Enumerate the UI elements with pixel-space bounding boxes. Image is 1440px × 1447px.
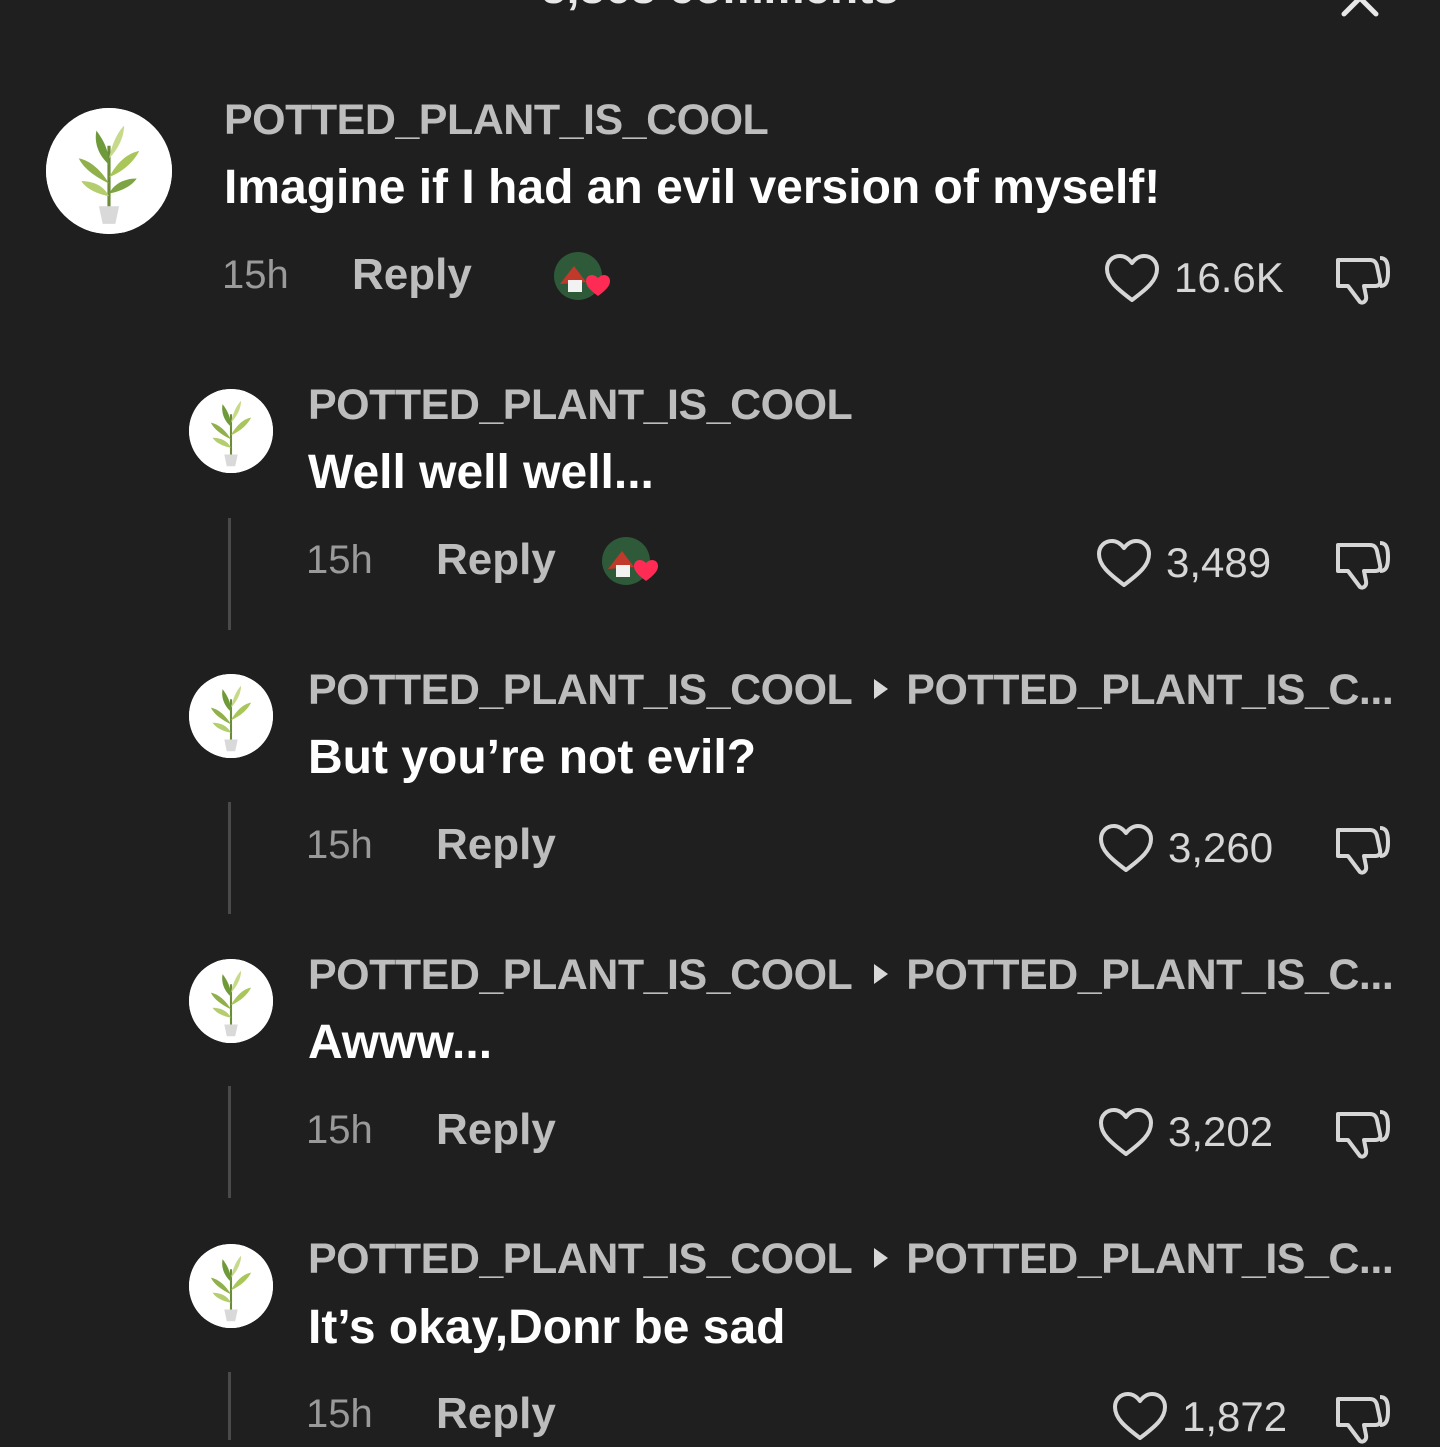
comments-header: 5,868 comments <box>0 0 1440 17</box>
comment-username[interactable]: POTTED_PLANT_IS_COOL <box>224 96 769 145</box>
creator-liked-badge-icon <box>554 252 610 300</box>
comment-username[interactable]: POTTED_PLANT_IS_COOL POTTED_PLANT_IS_C... <box>308 1235 1394 1284</box>
potted-plant-avatar-icon <box>189 1244 273 1328</box>
username-text[interactable]: POTTED_PLANT_IS_COOL <box>308 666 853 714</box>
reply-button[interactable]: Reply <box>436 1105 556 1155</box>
username-text[interactable]: POTTED_PLANT_IS_COOL <box>224 96 769 144</box>
thread-line <box>228 1372 231 1440</box>
potted-plant-avatar-icon <box>189 674 273 758</box>
reply-button[interactable]: Reply <box>436 535 556 585</box>
thread-line <box>228 802 231 914</box>
like-count: 16.6K <box>1174 254 1284 301</box>
comment-text: Awww... <box>308 1016 493 1069</box>
comment-time: 15h <box>306 1392 373 1436</box>
reply-target-username[interactable]: POTTED_PLANT_IS_C... <box>906 666 1393 714</box>
reply-target-username[interactable]: POTTED_PLANT_IS_C... <box>906 951 1393 999</box>
dislike-icon[interactable] <box>1332 818 1392 878</box>
reply-button[interactable]: Reply <box>352 250 472 300</box>
creator-liked-badge-icon <box>602 537 658 585</box>
heart-icon[interactable] <box>1096 1104 1156 1160</box>
dislike-icon[interactable] <box>1332 533 1392 593</box>
thread-line <box>228 518 231 630</box>
reply-arrow-icon <box>874 963 889 984</box>
comment-username[interactable]: POTTED_PLANT_IS_COOL POTTED_PLANT_IS_C... <box>308 666 1394 715</box>
heart-icon[interactable] <box>1102 250 1162 306</box>
dislike-icon[interactable] <box>1332 248 1392 308</box>
username-text[interactable]: POTTED_PLANT_IS_COOL <box>308 381 853 429</box>
comment-time: 15h <box>306 823 373 867</box>
comment-time: 15h <box>306 1108 373 1152</box>
like-count: 3,202 <box>1168 1108 1274 1155</box>
like-count: 3,260 <box>1168 824 1274 871</box>
like-count: 1,872 <box>1182 1393 1288 1440</box>
thread-line <box>228 1086 231 1198</box>
heart-icon[interactable] <box>1096 820 1156 876</box>
comment-text: It’s okay,Donr be sad <box>308 1301 786 1354</box>
dislike-icon[interactable] <box>1332 1102 1392 1162</box>
comment-text: But you’re not evil? <box>308 731 757 784</box>
comment-username[interactable]: POTTED_PLANT_IS_COOL POTTED_PLANT_IS_C... <box>308 951 1394 1000</box>
comment-text: Well well well... <box>308 446 654 499</box>
close-icon[interactable] <box>1340 0 1380 18</box>
comment-time: 15h <box>222 253 289 297</box>
potted-plant-avatar-icon <box>189 959 273 1043</box>
heart-icon[interactable] <box>1094 535 1154 591</box>
avatar[interactable] <box>189 959 273 1043</box>
potted-plant-avatar-icon <box>46 108 172 234</box>
reply-arrow-icon <box>874 1247 889 1268</box>
like-count: 3,489 <box>1166 539 1272 586</box>
reply-arrow-icon <box>874 678 889 699</box>
comment-time: 15h <box>306 538 373 582</box>
reply-button[interactable]: Reply <box>436 1389 556 1439</box>
comment-username[interactable]: POTTED_PLANT_IS_COOL <box>308 381 853 430</box>
comment-text: Imagine if I had an evil version of myse… <box>224 161 1161 214</box>
reply-button[interactable]: Reply <box>436 820 556 870</box>
heart-icon[interactable] <box>1110 1388 1170 1444</box>
avatar[interactable] <box>189 389 273 473</box>
dislike-icon[interactable] <box>1332 1387 1392 1447</box>
potted-plant-avatar-icon <box>189 389 273 473</box>
avatar[interactable] <box>189 674 273 758</box>
avatar[interactable] <box>46 108 172 234</box>
username-text[interactable]: POTTED_PLANT_IS_COOL <box>308 1235 853 1283</box>
username-text[interactable]: POTTED_PLANT_IS_COOL <box>308 951 853 999</box>
avatar[interactable] <box>189 1244 273 1328</box>
comments-count-title: 5,868 comments <box>0 0 1440 12</box>
reply-target-username[interactable]: POTTED_PLANT_IS_C... <box>906 1235 1393 1283</box>
